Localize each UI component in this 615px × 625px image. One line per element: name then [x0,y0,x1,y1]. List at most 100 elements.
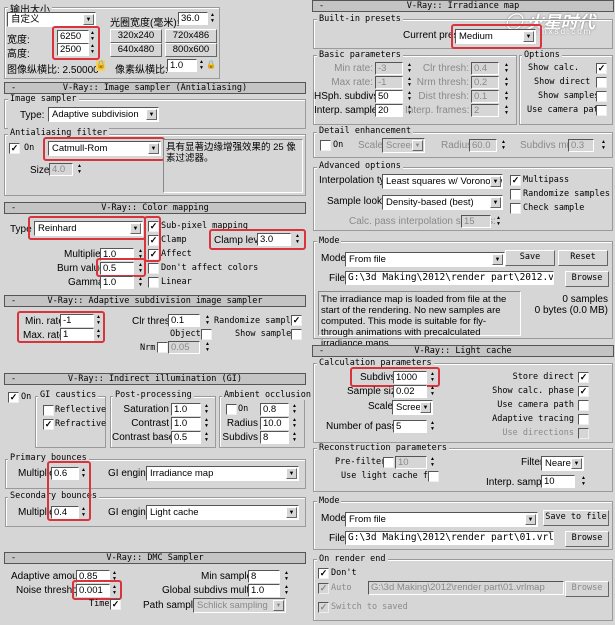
hsph-subdivs-input[interactable]: 50 [375,90,403,103]
min-samples-input[interactable]: 8 [248,570,280,583]
dist-thresh-input[interactable]: 0.1 [471,90,499,103]
lc-scale-dropdown[interactable]: Screen ▼ [392,400,433,415]
sampler-type-dropdown[interactable]: Adaptive subdivision ▼ [48,107,159,122]
browse-disabled-button[interactable]: Browse [565,581,609,597]
filter-dropdown[interactable]: Nearest ▼ [541,456,584,471]
image-sampler-rollout[interactable]: - V-Ray:: Image sampler (Antialiasing) [4,82,306,94]
pixel-aspect-spinner[interactable]: ▲ ▼ [198,59,205,71]
sample-size-input[interactable]: 0.02 [393,385,427,398]
auto-save-file-input[interactable]: G:\3d Making\2012\render part\01.vrlmap [368,581,564,595]
path-sampler-dropdown[interactable]: Schlick sampling ▼ [193,598,286,613]
linear-checkbox[interactable] [148,277,159,288]
gi-on-checkbox[interactable]: ✓ [8,392,19,403]
global-subdivs-input[interactable]: 1.0 [248,584,280,597]
radius-input[interactable]: 60.0 [469,139,497,152]
clr-thresh-spinner[interactable]: ▲ ▼ [204,314,211,326]
contrast-base-input[interactable]: 0.5 [171,431,201,444]
spinner[interactable]: ▲ ▼ [429,385,436,397]
interp-samples-input[interactable]: 20 [375,104,403,117]
spinner[interactable]: ▲ ▼ [600,139,607,151]
saturation-input[interactable]: 1.0 [171,403,201,416]
gamma-input[interactable]: 1.0 [100,276,134,289]
gi-rollout[interactable]: - V-Ray:: Indirect illumination (GI) [4,373,306,385]
saturation-spinner[interactable]: ▲ ▼ [203,403,210,415]
nrm-spinner[interactable]: ▲ ▼ [204,341,211,353]
adaptive-subdivision-rollout[interactable]: - V-Ray:: Adaptive subdivision image samp… [4,295,306,307]
reset-button[interactable]: Reset [558,250,608,266]
prefilter-checkbox[interactable] [383,457,394,468]
spinner[interactable]: ▲ ▼ [429,420,436,432]
preset-800x600-button[interactable]: 800x600 [165,43,217,57]
adaptive-tracing-checkbox[interactable] [578,414,589,425]
randomize-samples-checkbox[interactable] [510,189,521,200]
filter-size-input[interactable]: 4.0 [49,163,73,176]
radius-input[interactable]: 10.0 [260,417,289,430]
aperture-input[interactable]: 36.0 [178,12,208,25]
save-button[interactable]: Save [505,250,555,266]
nrm-checkbox[interactable] [157,342,168,353]
passes-input[interactable]: 5 [393,420,427,433]
subdivs-spinner[interactable]: ▲ ▼ [291,431,298,443]
color-mapping-rollout[interactable]: - V-Ray:: Color mapping [4,202,306,214]
spinner[interactable]: ▲ ▼ [495,215,502,227]
irradiance-file-input[interactable]: G:\3d Making\2012\render part\2012.vrmap [345,271,554,285]
interp-frames-input[interactable]: 2 [471,104,499,117]
secondary-engine-dropdown[interactable]: Light cache ▼ [146,505,299,520]
min-samples-spinner[interactable]: ▲ ▼ [283,570,290,582]
interp-type-dropdown[interactable]: Least squares w/ Voronoi weig ▼ [382,174,503,189]
primary-engine-dropdown[interactable]: Irradiance map ▼ [146,466,299,481]
radius-spinner[interactable]: ▲ ▼ [291,417,298,429]
show-samples-checkbox[interactable] [596,91,607,102]
detail-on-checkbox[interactable] [320,140,331,151]
use-light-cache-checkbox[interactable] [428,471,439,482]
nrm-input[interactable]: 0.05 [168,341,200,354]
auto-save-checkbox[interactable]: ✓ [318,583,329,594]
subdivs-mult-input[interactable]: 0.3 [568,139,594,152]
dont-affect-colors-checkbox[interactable] [148,263,159,274]
object-checkbox[interactable] [201,329,212,340]
spinner[interactable]: ▲ ▼ [406,62,413,74]
subdivs-input[interactable]: 8 [260,431,289,444]
dmc-rollout[interactable]: - V-Ray:: DMC Sampler [4,552,306,564]
sample-lookup-dropdown[interactable]: Density-based (best) ▼ [382,195,503,210]
dont-delete-checkbox[interactable]: ✓ [318,568,329,579]
reflective-checkbox[interactable] [43,405,54,416]
spinner[interactable]: ▲ ▼ [503,62,510,74]
aperture-spinner[interactable]: ▲ ▼ [209,12,216,24]
spinner[interactable]: ▲ ▼ [429,456,436,468]
size-spinner[interactable]: ▲ ▼ [76,163,83,175]
refractive-checkbox[interactable]: ✓ [43,419,54,430]
light-cache-rollout[interactable]: - V-Ray:: Light cache [312,345,614,357]
time-checkbox[interactable]: ✓ [110,599,121,610]
lock-icon[interactable]: 🔒 [206,60,216,69]
output-preset-dropdown[interactable]: 自定义 ▼ [7,12,96,27]
multipass-checkbox[interactable]: ✓ [510,175,521,186]
show-calc-checkbox[interactable]: ✓ [596,63,607,74]
lc-interp-samples-input[interactable]: 10 [541,475,575,488]
contrast-spinner[interactable]: ▲ ▼ [203,417,210,429]
ao-amount-spinner[interactable]: ▲ ▼ [291,403,298,415]
aa-on-checkbox[interactable]: ✓ [9,143,20,154]
show-samples-checkbox[interactable] [291,329,302,340]
lc-mode-dropdown[interactable]: From file ▼ [345,512,538,527]
spinner[interactable]: ▲ ▼ [406,90,413,102]
lc-file-input[interactable]: G:\3d Making\2012\render part\01.vrlmap [345,531,554,545]
nrm-thresh-input[interactable]: 0.2 [471,76,499,89]
spinner[interactable]: ▲ ▼ [503,76,510,88]
spinner[interactable]: ▲ ▼ [500,139,507,151]
spinner[interactable]: ▲ ▼ [503,90,510,102]
show-calc-phase-checkbox[interactable]: ✓ [578,386,589,397]
check-sample-checkbox[interactable] [510,203,521,214]
preset-640x480-button[interactable]: 640x480 [110,43,162,57]
ao-on-checkbox[interactable] [226,404,237,415]
ao-amount-input[interactable]: 0.8 [260,403,289,416]
randomize-samples-checkbox[interactable]: ✓ [291,315,302,326]
browse-button[interactable]: Browse [565,531,609,547]
spinner[interactable]: ▲ ▼ [503,104,510,116]
spinner[interactable]: ▲ ▼ [406,76,413,88]
lock-icon[interactable]: 🔒 [96,60,106,71]
global-subdivs-spinner[interactable]: ▲ ▼ [283,584,290,596]
preset-320x240-button[interactable]: 320x240 [110,29,162,43]
gamma-spinner[interactable]: ▲ ▼ [137,276,144,288]
browse-button[interactable]: Browse [565,271,609,287]
